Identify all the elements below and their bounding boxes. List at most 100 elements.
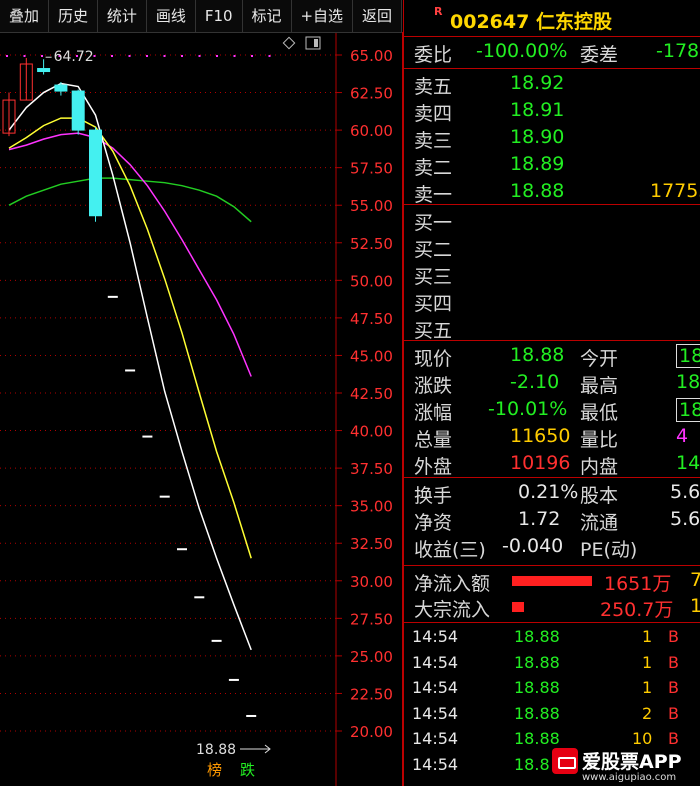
y-tick-label: 65.00 bbox=[350, 47, 393, 65]
toolbar-button-2[interactable]: 统计 bbox=[98, 0, 147, 32]
stat-label: 今开 bbox=[580, 348, 619, 370]
weibi-label: 委比 bbox=[414, 44, 453, 66]
toolbar-button-1[interactable]: 历史 bbox=[49, 0, 98, 32]
divider bbox=[404, 565, 700, 566]
bid-label: 买一 bbox=[414, 212, 453, 234]
y-tick-label: 25.00 bbox=[350, 648, 393, 666]
info-label: 收益(三) bbox=[414, 539, 486, 561]
y-tick-label: 42.50 bbox=[350, 385, 393, 403]
weicha-label: 委差 bbox=[580, 44, 619, 66]
bid-row: 买四 bbox=[404, 289, 700, 315]
tick-volume: 1 bbox=[642, 652, 653, 672]
ask-label: 卖三 bbox=[414, 130, 453, 152]
tick-time: 14:54 bbox=[412, 754, 459, 774]
bang-tag: 榜 bbox=[207, 761, 222, 779]
info-value: 5.60 bbox=[670, 481, 700, 503]
y-tick-label: 45.00 bbox=[350, 347, 393, 365]
kline-chart[interactable]: 65.00 62.50 60.00 57.50 55.00 52.50 50.00 47.50… bbox=[0, 33, 402, 786]
info-label: 净资 bbox=[414, 512, 453, 534]
bid-label: 买三 bbox=[414, 266, 453, 288]
ask-price: 18.89 bbox=[510, 153, 565, 175]
tick-row[interactable]: 14:54 18.88 2 B bbox=[404, 704, 700, 730]
toolbar-button-6[interactable]: +自选 bbox=[292, 0, 354, 32]
ask-row: 卖二 18.89 bbox=[404, 153, 700, 179]
ask-label: 卖五 bbox=[414, 76, 453, 98]
last-price-label: 18.88 bbox=[196, 742, 236, 758]
marker-dot bbox=[93, 55, 96, 57]
bid-row: 买三 bbox=[404, 262, 700, 288]
ask-price: 18.92 bbox=[510, 72, 565, 94]
bid-label: 买二 bbox=[414, 239, 453, 261]
stat-row: 现价 18.88 今开 18 bbox=[404, 344, 700, 370]
tick-row[interactable]: 14:54 18.88 1 B bbox=[404, 678, 700, 704]
tick-time: 14:54 bbox=[412, 703, 459, 723]
stat-value: 18 bbox=[676, 344, 700, 368]
toolbar-button-4[interactable]: F10 bbox=[196, 0, 243, 32]
stat-row: 外盘 10196 内盘 14 bbox=[404, 452, 700, 478]
marker-dot bbox=[198, 55, 201, 57]
flow-extra: 7 bbox=[690, 569, 700, 591]
stock-header: R 002647 仁东控股 bbox=[404, 0, 700, 36]
stat-value: 18.88 bbox=[510, 344, 565, 366]
info-value: 0.21% bbox=[518, 481, 579, 503]
toolbar-button-5[interactable]: 标记 bbox=[243, 0, 292, 32]
divider bbox=[404, 477, 700, 478]
weibi-row: 委比 -100.00% 委差 -178 bbox=[404, 40, 700, 66]
y-tick-label: 20.00 bbox=[350, 723, 393, 741]
stat-label: 最高 bbox=[580, 375, 619, 397]
tick-row[interactable]: 14:54 18.88 1 B bbox=[404, 653, 700, 679]
y-tick-label: 22.50 bbox=[350, 685, 393, 703]
bid-label: 买五 bbox=[414, 320, 453, 342]
flow-label: 大宗流入 bbox=[414, 599, 491, 621]
bid-row: 买二 bbox=[404, 235, 700, 261]
ask-row: 卖三 18.90 bbox=[404, 126, 700, 152]
chart-toolbar: 叠加 历史 统计 画线 F10 标记 +自选 返回 bbox=[0, 0, 403, 33]
tick-side: B bbox=[668, 678, 679, 697]
tick-volume: 1 bbox=[642, 678, 653, 697]
stat-label: 涨跌 bbox=[414, 375, 453, 397]
ask-row: 卖五 18.92 bbox=[404, 72, 700, 98]
y-tick-label: 60.00 bbox=[350, 122, 393, 140]
ma5-line bbox=[8, 82, 252, 651]
tick-side: B bbox=[668, 703, 679, 723]
stat-value: -2.10 bbox=[510, 371, 560, 393]
ask-label: 卖四 bbox=[414, 103, 453, 125]
tick-price: 18.88 bbox=[514, 652, 560, 672]
toolbar-button-7[interactable]: 返回 bbox=[353, 0, 403, 32]
y-tick-label: 50.00 bbox=[350, 272, 393, 290]
tick-time: 14:54 bbox=[412, 729, 459, 748]
stat-value: 14 bbox=[676, 452, 700, 474]
tick-time: 14:54 bbox=[412, 652, 459, 672]
stat-value: 4 bbox=[676, 425, 689, 447]
toolbar-button-3[interactable]: 画线 bbox=[147, 0, 196, 32]
flow-label: 净流入额 bbox=[414, 573, 491, 595]
y-tick-label: 27.50 bbox=[350, 610, 393, 628]
ask-row: 卖四 18.91 bbox=[404, 99, 700, 125]
high-price-label: 64.72 bbox=[54, 49, 94, 65]
flow-extra: 1 bbox=[690, 595, 700, 617]
marker-dot bbox=[6, 55, 8, 57]
aigupiao-logo-icon bbox=[552, 748, 578, 774]
stat-row: 涨幅 -10.01% 最低 18 bbox=[404, 398, 700, 424]
ask-row: 卖一 18.88 17755 bbox=[404, 180, 700, 206]
info-label: 换手 bbox=[414, 485, 453, 507]
y-tick-label: 47.50 bbox=[350, 310, 393, 328]
stat-row: 涨跌 -2.10 最高 18 bbox=[404, 371, 700, 397]
tick-row[interactable]: 14:54 18.88 1 B bbox=[404, 627, 700, 653]
stat-value: 11650 bbox=[510, 425, 571, 447]
y-tick-label: 62.50 bbox=[350, 85, 393, 103]
info-row: 净资 1.72 流通 5.60 bbox=[404, 508, 700, 534]
ask-price: 18.88 bbox=[510, 180, 565, 202]
flow-row: 大宗流入 250.7万 1 bbox=[404, 595, 700, 621]
marker-dot bbox=[233, 55, 236, 57]
candle-body bbox=[37, 68, 51, 73]
watermark-url: www.aigupiao.com bbox=[582, 772, 677, 783]
toolbar-button-0[interactable]: 叠加 bbox=[0, 0, 49, 32]
info-label: 流通 bbox=[580, 512, 619, 534]
marker-dot bbox=[181, 55, 183, 57]
quote-panel: R 002647 仁东控股 委比 -100.00% 委差 -178 卖五 18.9… bbox=[403, 0, 700, 786]
stat-row: 总量 11650 量比 4 bbox=[404, 425, 700, 451]
stat-label: 外盘 bbox=[414, 456, 453, 478]
ma10-line bbox=[8, 117, 252, 559]
y-tick-label: 40.00 bbox=[350, 423, 393, 441]
